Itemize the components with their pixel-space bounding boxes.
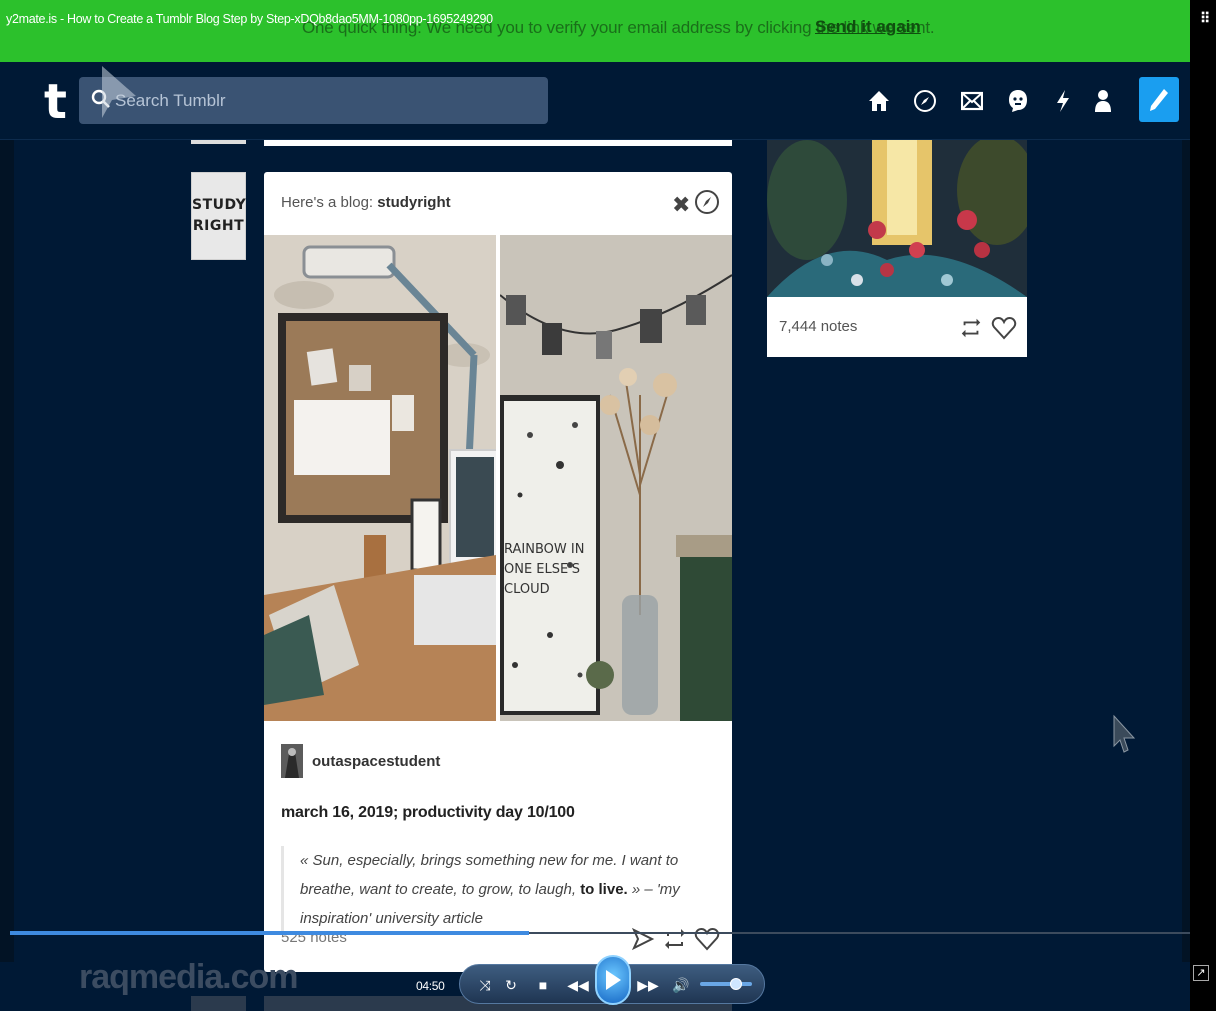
blog-name-link[interactable]: studyright	[377, 194, 450, 211]
shuffle-icon[interactable]: ⤨	[474, 974, 496, 996]
pencil-icon	[1150, 88, 1168, 111]
send-again-link[interactable]: Send it again	[815, 17, 921, 37]
volume-icon[interactable]: 🔊	[670, 974, 692, 996]
avatar-text-line2: RIGHT	[192, 218, 245, 234]
close-icon[interactable]: ✖	[672, 192, 690, 218]
poster-line2: ONE ELSE'S	[504, 562, 580, 577]
mouse-cursor-icon	[1113, 714, 1136, 753]
inbox-icon[interactable]	[955, 84, 989, 118]
account-icon[interactable]	[1086, 84, 1120, 118]
post-illustration[interactable]	[767, 140, 1027, 297]
post-title: march 16, 2019; productivity day 10/100	[281, 804, 575, 821]
left-margin	[0, 62, 14, 962]
video-title: y2mate.is - How to Create a Tumblr Blog …	[6, 12, 493, 26]
author-name[interactable]: outaspacestudent	[312, 753, 440, 770]
explore-icon[interactable]	[908, 84, 942, 118]
verify-email-banner: One quick thing: We need you to verify y…	[0, 0, 1190, 62]
next-icon[interactable]: ▶▶	[634, 974, 662, 996]
like-heart-icon[interactable]	[991, 315, 1017, 341]
video-play-overlay-icon	[102, 66, 136, 118]
playback-time: 04:50	[416, 979, 445, 993]
illustration-art	[767, 140, 1027, 297]
compose-button[interactable]	[1139, 77, 1179, 122]
expand-icon[interactable]: ↗	[1193, 965, 1209, 981]
messaging-icon[interactable]	[1001, 84, 1035, 118]
previous-icon[interactable]: ◀◀	[564, 974, 592, 996]
post-photo-desk[interactable]	[264, 235, 496, 721]
recommended-blog-card: Here's a blog: studyright ✖ RAINBOW IN O…	[264, 172, 732, 972]
play-button[interactable]	[595, 955, 631, 1005]
card-heading-prefix: Here's a blog:	[281, 194, 374, 211]
volume-slider[interactable]	[700, 982, 752, 986]
author-avatar[interactable]	[281, 744, 303, 778]
poster-line3: CLOUD	[504, 582, 550, 597]
home-icon[interactable]	[862, 84, 896, 118]
dashboard-post-card: 7,444 notes	[767, 140, 1027, 357]
post-quote: « Sun, especially, brings something new …	[281, 846, 716, 933]
seek-bar[interactable]	[10, 930, 1190, 936]
window-side-strip	[1190, 0, 1216, 1011]
play-icon	[606, 970, 621, 990]
avatar-text-line1: STUDY	[192, 197, 247, 213]
video-frame[interactable]: One quick thing: We need you to verify y…	[0, 0, 1190, 1011]
right-post-notes[interactable]: 7,444 notes	[779, 318, 857, 335]
previous-post-stub	[264, 140, 732, 146]
activity-icon[interactable]	[1046, 84, 1080, 118]
poster-line1: RAINBOW IN	[504, 542, 584, 557]
right-margin	[1182, 62, 1190, 962]
previous-avatar-stub	[191, 140, 246, 144]
grip-icon[interactable]: ⠿	[1200, 10, 1210, 27]
watermark: raqmedia.com	[79, 958, 299, 996]
card-heading: Here's a blog: studyright	[281, 194, 451, 211]
shelf-photo-art: RAINBOW IN ONE ELSE'S CLOUD	[500, 235, 732, 721]
next-avatar-stub	[191, 996, 246, 1011]
stop-icon[interactable]: ■	[532, 974, 554, 996]
repeat-icon[interactable]: ↻	[500, 974, 522, 996]
studyright-avatar[interactable]: STUDY RIGHT	[191, 172, 246, 260]
screen: One quick thing: We need you to verify y…	[0, 0, 1216, 1011]
tumblr-logo[interactable]: t	[44, 78, 67, 126]
desk-photo-art	[264, 235, 496, 721]
reblog-icon[interactable]	[959, 316, 983, 340]
post-photo-shelf[interactable]: RAINBOW IN ONE ELSE'S CLOUD	[500, 235, 732, 721]
tumblr-header: t Search Tumblr	[0, 62, 1190, 140]
compass-icon[interactable]	[694, 189, 720, 215]
search-input[interactable]: Search Tumblr	[79, 77, 548, 124]
post-author-row: outaspacestudent	[281, 744, 440, 778]
quote-bold: to live.	[580, 881, 628, 898]
seek-progress	[10, 931, 530, 935]
